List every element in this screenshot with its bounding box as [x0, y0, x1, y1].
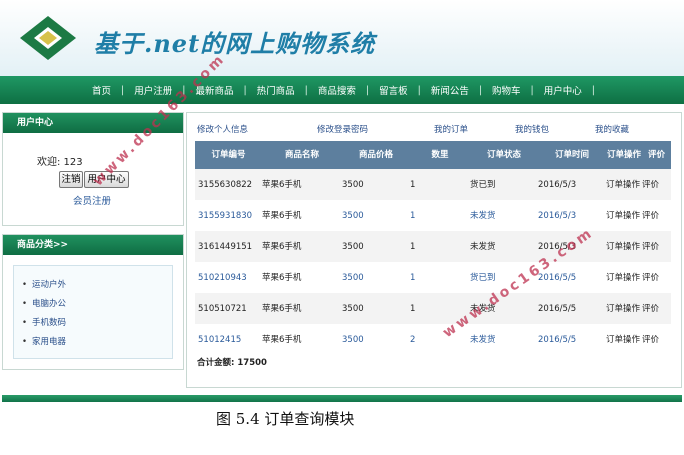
order-query-panel: 修改个人信息 修改登录密码 我的订单 我的钱包 我的收藏 订单编号 商品名称 商…: [186, 112, 682, 388]
order-id-cell: 510510721: [195, 293, 262, 324]
nav-item-home[interactable]: 首页: [82, 83, 121, 97]
order-date-cell: 2016/5/3: [538, 200, 606, 231]
quantity-cell: 1: [410, 262, 470, 293]
nav-item-search[interactable]: 商品搜索: [308, 83, 366, 97]
order-date-cell: 2016/5/3: [538, 169, 606, 200]
product-name-cell: 苹果6手机: [262, 169, 342, 200]
nav-item-guestbook[interactable]: 留言板: [369, 83, 418, 97]
review-link[interactable]: 评价: [642, 231, 671, 262]
orders-table: 订单编号 商品名称 商品价格 数里 订单状态 订单时间 订单操作 评价 3155…: [195, 141, 671, 355]
order-date-cell: 2016/5/5: [538, 324, 606, 355]
order-operation-link[interactable]: 订单操作: [606, 324, 642, 355]
column-header: 订单编号: [195, 141, 262, 169]
quantity-cell: 1: [410, 169, 470, 200]
my-favorites-link[interactable]: 我的收藏: [595, 123, 629, 135]
order-operation-link[interactable]: 订单操作: [606, 169, 642, 200]
column-header: 订单状态: [470, 141, 538, 169]
table-row: 3155630822 苹果6手机 3500 1 货已到 2016/5/3 订单操作 评价: [195, 169, 671, 200]
order-id-cell: 3161449151: [195, 231, 262, 262]
site-title: 基于.net的网上购物系统: [94, 29, 376, 58]
figure-caption: 图 5.4 订单查询模块: [216, 410, 355, 428]
nav-item-cart[interactable]: 购物车: [482, 83, 531, 97]
welcome-text: 欢迎: 123: [37, 157, 83, 168]
order-operation-link[interactable]: 订单操作: [606, 262, 642, 293]
price-cell: 3500: [342, 293, 410, 324]
product-name-cell: 苹果6手机: [262, 231, 342, 262]
product-name-cell: 苹果6手机: [262, 262, 342, 293]
order-status-cell: 货已到: [470, 169, 538, 200]
price-cell: 3500: [342, 262, 410, 293]
quantity-cell: 1: [410, 231, 470, 262]
main-nav: 首页 | 用户注册 | 最新商品 | 热门商品 | 商品搜索 | 留言板 | 新闻公告 | 购…: [0, 76, 684, 104]
logout-button[interactable]: 注销: [59, 171, 83, 188]
nav-list: 首页 | 用户注册 | 最新商品 | 热门商品 | 商品搜索 | 留言板 | 新闻公告 | 购…: [82, 76, 595, 104]
edit-profile-link[interactable]: 修改个人信息: [197, 123, 248, 135]
category-item-office[interactable]: 电脑办公: [22, 297, 66, 309]
order-id-cell: 3155931830: [195, 200, 262, 231]
my-wallet-link[interactable]: 我的钱包: [515, 123, 549, 135]
category-item-digital[interactable]: 手机数码: [22, 316, 66, 328]
diamond-logo-icon: [20, 16, 76, 60]
price-cell: 3500: [342, 169, 410, 200]
total-label: 合计金额:: [197, 358, 238, 368]
order-total: 合计金额: 17500: [197, 356, 267, 368]
order-status-cell: 未发货: [470, 200, 538, 231]
table-row: 51012415 苹果6手机 3500 2 未发货 2016/5/5 订单操作 评价: [195, 324, 671, 355]
column-header: 订单操作: [606, 141, 642, 169]
column-header: 商品名称: [262, 141, 342, 169]
nav-item-user-center[interactable]: 用户中心: [534, 83, 592, 97]
register-link[interactable]: 会员注册: [73, 193, 111, 207]
review-link[interactable]: 评价: [642, 200, 671, 231]
category-list: 运动户外 电脑办公 手机数码 家用电器: [13, 265, 173, 359]
order-id-cell: 3155630822: [195, 169, 262, 200]
product-name-cell: 苹果6手机: [262, 200, 342, 231]
column-header: 订单时间: [538, 141, 606, 169]
account-sub-nav: 修改个人信息 修改登录密码 我的订单 我的钱包 我的收藏: [187, 123, 681, 137]
order-id-cell: 51012415: [195, 324, 262, 355]
nav-separator: |: [591, 84, 595, 96]
table-row: 510510721 苹果6手机 3500 1 未发货 2016/5/5 订单操作 评价: [195, 293, 671, 324]
footer-bar: [2, 395, 682, 402]
review-link[interactable]: 评价: [642, 324, 671, 355]
review-link[interactable]: 评价: [642, 262, 671, 293]
table-header-row: 订单编号 商品名称 商品价格 数里 订单状态 订单时间 订单操作 评价: [195, 141, 671, 169]
table-row: 510210943 苹果6手机 3500 1 货已到 2016/5/5 订单操作 评价: [195, 262, 671, 293]
my-orders-link[interactable]: 我的订单: [434, 123, 468, 135]
price-cell: 3500: [342, 231, 410, 262]
price-cell: 3500: [342, 324, 410, 355]
order-status-cell: 未发货: [470, 324, 538, 355]
category-panel-title: 商品分类>>: [3, 235, 183, 255]
order-id-cell: 510210943: [195, 262, 262, 293]
site-header: 基于.net的网上购物系统: [0, 0, 684, 76]
price-cell: 3500: [342, 200, 410, 231]
order-date-cell: 2016/5/5: [538, 293, 606, 324]
nav-item-hot-products[interactable]: 热门商品: [247, 83, 305, 97]
category-panel: 商品分类>> 运动户外 电脑办公 手机数码 家用电器: [2, 234, 184, 370]
total-value: 17500: [237, 358, 267, 368]
nav-item-news[interactable]: 新闻公告: [421, 83, 479, 97]
review-link[interactable]: 评价: [642, 293, 671, 324]
order-operation-link[interactable]: 订单操作: [606, 231, 642, 262]
column-header: 商品价格: [342, 141, 410, 169]
table-row: 3161449151 苹果6手机 3500 1 未发货 2016/5/3 订单操作 评价: [195, 231, 671, 262]
category-item-outdoor[interactable]: 运动户外: [22, 278, 66, 290]
column-header: 数里: [410, 141, 470, 169]
column-header: 评价: [642, 141, 671, 169]
product-name-cell: 苹果6手机: [262, 293, 342, 324]
order-operation-link[interactable]: 订单操作: [606, 293, 642, 324]
order-operation-link[interactable]: 订单操作: [606, 200, 642, 231]
order-status-cell: 未发货: [470, 231, 538, 262]
change-password-link[interactable]: 修改登录密码: [317, 123, 368, 135]
table-row: 3155931830 苹果6手机 3500 1 未发货 2016/5/3 订单操作 评价: [195, 200, 671, 231]
quantity-cell: 1: [410, 200, 470, 231]
product-name-cell: 苹果6手机: [262, 324, 342, 355]
category-item-appliances[interactable]: 家用电器: [22, 335, 66, 347]
review-link[interactable]: 评价: [642, 169, 671, 200]
